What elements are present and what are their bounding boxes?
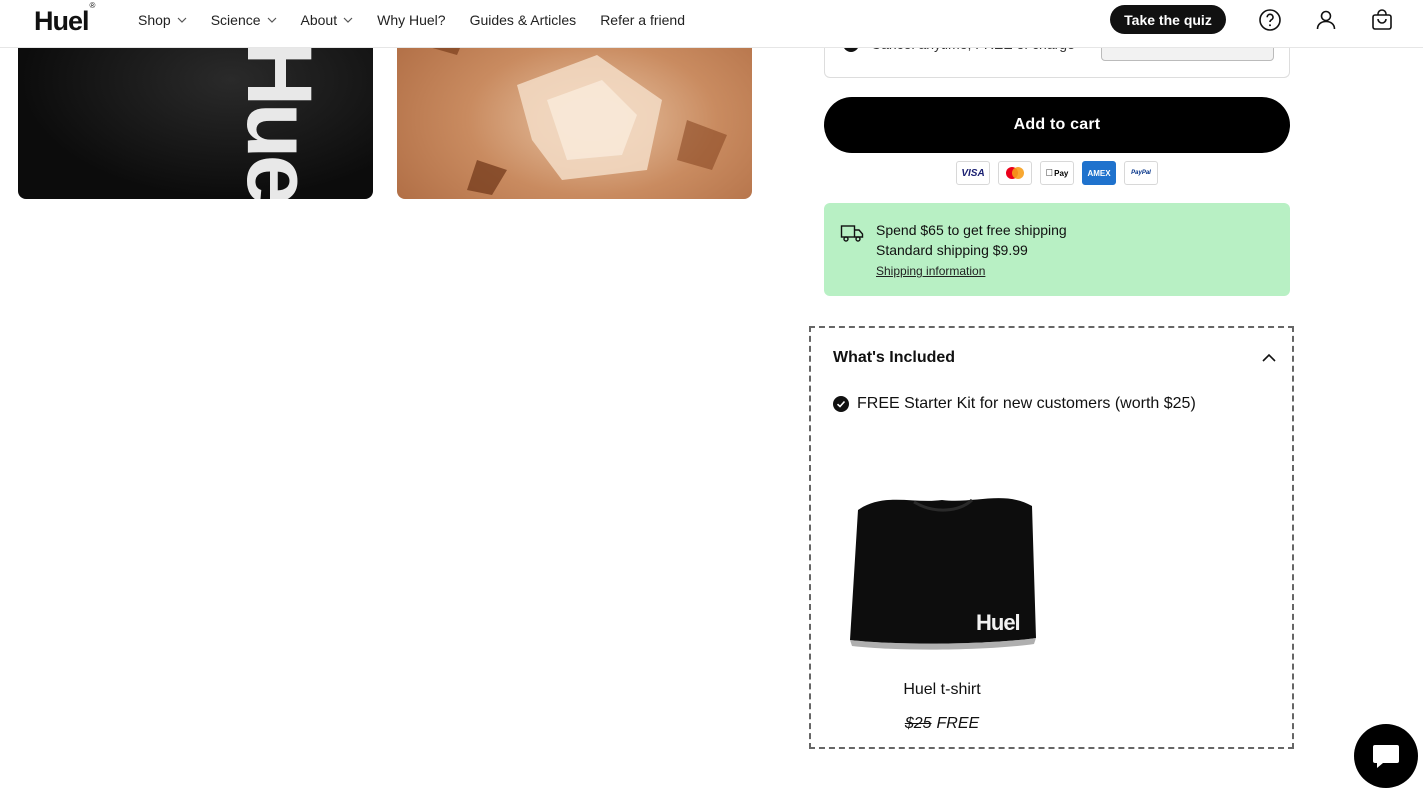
nav-science[interactable]: Science: [211, 12, 277, 28]
svg-text:Huel: Huel: [976, 610, 1020, 635]
payment-methods: VISA Pay AMEX PayPal: [956, 161, 1158, 185]
paypal-icon: PayPal: [1124, 161, 1158, 185]
apple-pay-icon: Pay: [1040, 161, 1074, 185]
starter-kit-offer: FREE Starter Kit for new customers (wort…: [857, 395, 1196, 412]
nav-why-huel[interactable]: Why Huel?: [377, 12, 445, 28]
site-header: Huel® Shop Science About Why Huel? Guide…: [0, 0, 1423, 48]
shipping-information-link[interactable]: Shipping information: [876, 264, 985, 278]
account-icon[interactable]: [1314, 8, 1338, 32]
chat-button[interactable]: [1354, 724, 1418, 788]
nav-guides-articles[interactable]: Guides & Articles: [470, 12, 577, 28]
nav-refer-a-friend[interactable]: Refer a friend: [600, 12, 685, 28]
visa-icon: VISA: [956, 161, 990, 185]
nav-about[interactable]: About: [301, 12, 354, 28]
take-quiz-button[interactable]: Take the quiz: [1110, 5, 1226, 34]
chevron-down-icon: [343, 17, 353, 23]
add-to-cart-button[interactable]: Add to cart: [824, 97, 1290, 153]
original-price: $25: [904, 715, 932, 732]
main-nav: Shop Science About Why Huel? Guides & Ar…: [138, 0, 709, 40]
standard-shipping-price: Standard shipping $9.99: [876, 242, 1028, 258]
chat-bubble-icon: [1373, 745, 1399, 768]
shipping-banner: Spend $65 to get free shipping Standard …: [824, 203, 1290, 296]
chevron-down-icon: [177, 17, 187, 23]
tshirt-name: Huel t-shirt: [903, 681, 981, 698]
huel-logo[interactable]: Huel®: [34, 1, 95, 37]
mastercard-icon: [998, 161, 1032, 185]
chevron-up-icon[interactable]: [1261, 350, 1277, 366]
nav-shop[interactable]: Shop: [138, 12, 187, 28]
free-price: FREE: [936, 715, 980, 732]
truck-icon: [840, 225, 864, 242]
tshirt-price: $25 FREE: [844, 715, 1040, 733]
amex-icon: AMEX: [1082, 161, 1116, 185]
whats-included-title[interactable]: What's Included: [833, 349, 955, 367]
whats-included-panel: What's Included FREE Starter Kit for new…: [809, 326, 1294, 749]
help-icon[interactable]: [1258, 8, 1282, 32]
cart-icon[interactable]: [1370, 8, 1394, 32]
svg-text:Huel: Huel: [228, 40, 330, 199]
tshirt-image[interactable]: Huel: [844, 490, 1040, 650]
chevron-down-icon: [267, 17, 276, 23]
free-shipping-threshold: Spend $65 to get free shipping: [876, 222, 1067, 238]
check-circle-icon: [833, 396, 849, 412]
